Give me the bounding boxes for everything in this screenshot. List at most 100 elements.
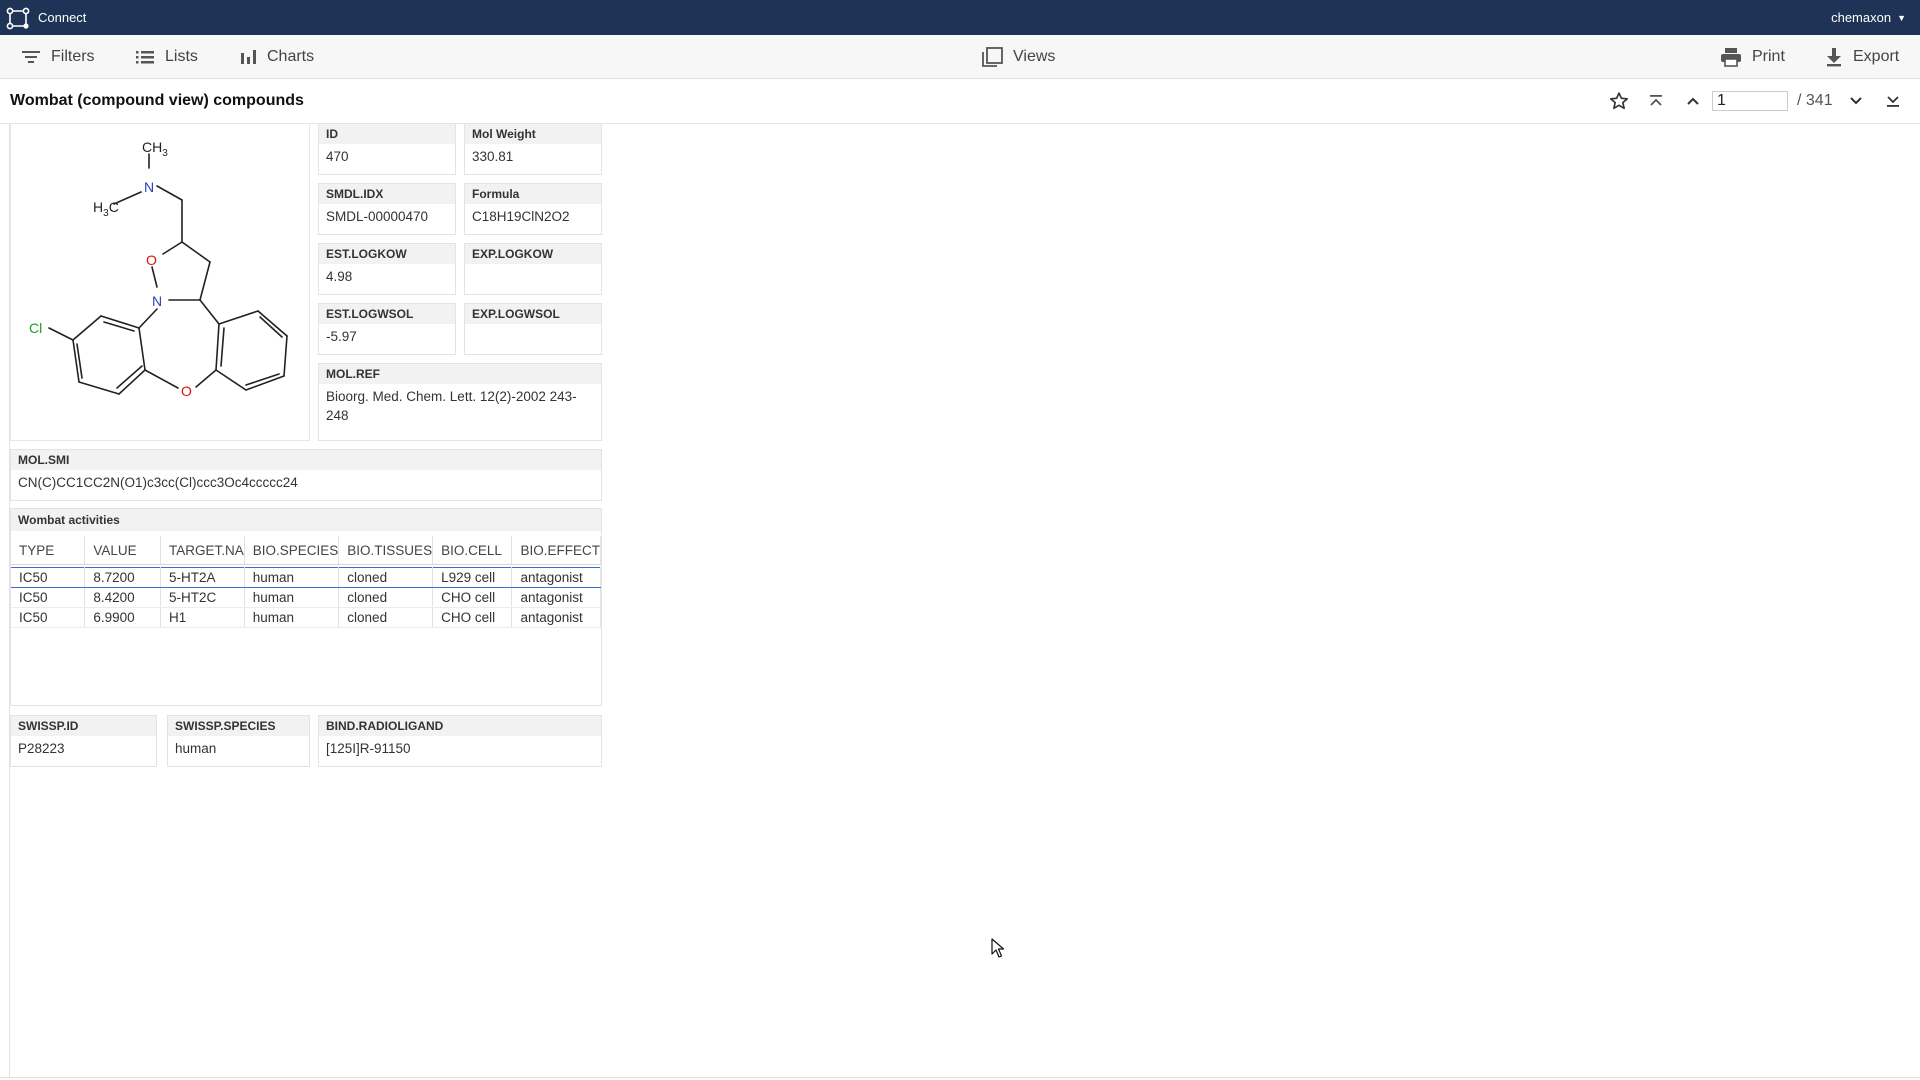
favorite-button[interactable]	[1604, 79, 1634, 123]
field-exp-logkow: EXP.LOGKOW	[464, 243, 602, 295]
views-icon	[982, 46, 1003, 67]
last-record-button[interactable]	[1878, 79, 1908, 123]
page-number-input[interactable]	[1712, 91, 1788, 111]
field-exp-logwsol: EXP.LOGWSOL	[464, 303, 602, 355]
views-button[interactable]: Views	[981, 35, 1055, 78]
filter-icon	[22, 50, 40, 63]
first-record-button[interactable]	[1641, 79, 1671, 123]
field-exp-logkow-value	[465, 264, 601, 270]
list-icon	[136, 50, 154, 63]
table-cell: human	[244, 567, 340, 588]
field-id: ID 470	[318, 123, 456, 175]
table-header-row: TYPE VALUE TARGET.NA BIO.SPECIES BIO.TIS…	[11, 536, 601, 565]
field-formula-value: C18H19ClN2O2	[472, 209, 570, 224]
column-header[interactable]: BIO.EFFECT	[511, 536, 601, 565]
view-title-bar: Wombat (compound view) compounds / 341	[0, 79, 1920, 124]
export-button[interactable]: Export	[1825, 35, 1899, 78]
column-header[interactable]: BIO.CELL	[432, 536, 513, 565]
page-total: / 341	[1797, 92, 1833, 109]
structure-panel: CH3 N H3C O N Cl O	[10, 123, 310, 441]
table-cell: IC50	[11, 607, 86, 628]
column-header[interactable]: VALUE	[84, 536, 161, 565]
field-swissp-id-label: SWISSP.ID	[11, 716, 156, 736]
field-mol-smi: MOL.SMI CN(C)CC1CC2N(O1)c3cc(Cl)ccc3Oc4c…	[10, 449, 602, 501]
filters-button[interactable]: Filters	[21, 35, 95, 78]
field-swissp-id-value: P28223	[18, 741, 65, 756]
table-cell: cloned	[338, 567, 434, 588]
molecule-structure-image: CH3 N H3C O N Cl O	[29, 139, 288, 399]
atom-ch3: CH3	[142, 139, 168, 159]
field-est-logkow-label: EST.LOGKOW	[319, 244, 455, 264]
field-id-label: ID	[319, 124, 455, 144]
table-cell: 6.9900	[84, 607, 161, 628]
lists-button[interactable]: Lists	[135, 35, 198, 78]
activities-label: Wombat activities	[11, 509, 601, 531]
field-bind-radioligand: BIND.RADIOLIGAND [125I]R-91150	[318, 715, 602, 767]
table-cell: antagonist	[511, 587, 601, 608]
user-menu[interactable]: chemaxon ▼	[1831, 0, 1906, 35]
next-record-button[interactable]	[1841, 79, 1871, 123]
table-cell: 5-HT2A	[160, 567, 245, 588]
column-header[interactable]: TARGET.NA	[160, 536, 245, 565]
atom-o-ether: O	[181, 383, 192, 399]
table-row[interactable]: IC50 6.9900 H1 human cloned CHO cell ant…	[11, 607, 601, 628]
print-icon	[1721, 47, 1741, 67]
mouse-cursor-icon	[991, 938, 1005, 958]
field-smdl-idx-label: SMDL.IDX	[319, 184, 455, 204]
field-est-logwsol: EST.LOGWSOL -5.97	[318, 303, 456, 355]
table-row[interactable]: IC50 8.4200 5-HT2C human cloned CHO cell…	[11, 587, 601, 608]
field-mol-smi-value: CN(C)CC1CC2N(O1)c3cc(Cl)ccc3Oc4ccccc24	[18, 475, 298, 490]
table-cell: 8.4200	[84, 587, 161, 608]
print-button[interactable]: Print	[1720, 35, 1785, 78]
table-cell: 8.7200	[84, 567, 161, 588]
print-label: Print	[1752, 47, 1785, 65]
table-cell: human	[244, 607, 340, 628]
table-cell: IC50	[11, 567, 86, 588]
atom-n-amine: N	[144, 179, 154, 195]
field-mol-weight-value: 330.81	[472, 149, 514, 164]
field-formula-label: Formula	[465, 184, 601, 204]
field-formula: Formula C18H19ClN2O2	[464, 183, 602, 235]
chevron-up-icon	[1687, 97, 1699, 105]
star-icon	[1610, 92, 1628, 110]
field-id-value: 470	[326, 149, 349, 164]
charts-button[interactable]: Charts	[239, 35, 314, 78]
app-name: Connect	[38, 10, 87, 25]
column-header[interactable]: BIO.SPECIES	[244, 536, 340, 565]
bar-chart-icon	[241, 49, 256, 64]
field-swissp-species: SWISSP.SPECIES human	[167, 715, 310, 767]
previous-record-button[interactable]	[1678, 79, 1708, 123]
table-cell: human	[244, 587, 340, 608]
connect-logo-icon	[6, 7, 30, 29]
field-est-logwsol-value: -5.97	[326, 329, 357, 344]
table-cell: IC50	[11, 587, 86, 608]
table-cell: antagonist	[511, 607, 601, 628]
table-cell: CHO cell	[432, 587, 513, 608]
download-icon	[1827, 47, 1841, 66]
table-cell: antagonist	[511, 567, 601, 588]
table-cell: CHO cell	[432, 607, 513, 628]
field-swissp-species-value: human	[175, 741, 217, 756]
field-swissp-id: SWISSP.ID P28223	[10, 715, 157, 767]
column-header[interactable]: BIO.TISSUES	[338, 536, 434, 565]
field-mol-ref: MOL.REF Bioorg. Med. Chem. Lett. 12(2)-2…	[318, 363, 602, 441]
filters-label: Filters	[51, 47, 95, 65]
field-exp-logwsol-label: EXP.LOGWSOL	[465, 304, 601, 324]
table-row[interactable]: IC50 8.7200 5-HT2A human cloned L929 cel…	[11, 567, 601, 588]
atom-n-ring: N	[152, 293, 162, 309]
chevron-down-icon	[1850, 97, 1862, 105]
field-bind-radioligand-value: [125I]R-91150	[326, 741, 411, 756]
export-label: Export	[1853, 47, 1900, 65]
field-exp-logkow-label: EXP.LOGKOW	[465, 244, 601, 264]
field-mol-weight: Mol Weight 330.81	[464, 123, 602, 175]
field-est-logkow: EST.LOGKOW 4.98	[318, 243, 456, 295]
column-header[interactable]: TYPE	[11, 536, 86, 565]
field-mol-smi-label: MOL.SMI	[11, 450, 601, 470]
caret-down-icon: ▼	[1897, 12, 1906, 23]
lists-label: Lists	[165, 47, 198, 65]
app-header: Connect chemaxon ▼	[0, 0, 1920, 35]
field-est-logkow-value: 4.98	[326, 269, 353, 284]
field-mol-ref-label: MOL.REF	[319, 364, 601, 384]
page-title: Wombat (compound view) compounds	[10, 92, 304, 109]
field-exp-logwsol-value	[465, 324, 601, 330]
